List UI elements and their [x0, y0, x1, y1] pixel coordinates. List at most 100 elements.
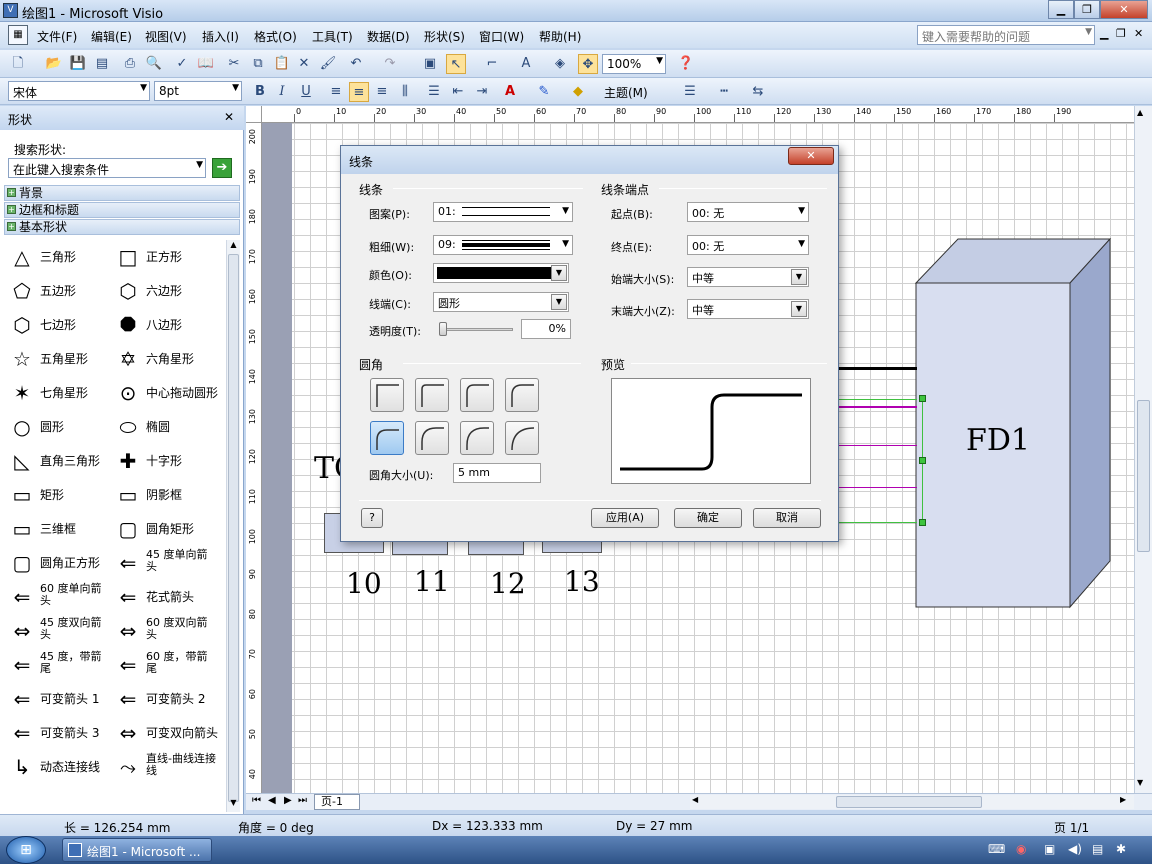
shape-item[interactable]: ⇔ 45 度双向箭头 [10, 616, 118, 646]
pattern-select[interactable]: 01: ▼ [433, 202, 573, 222]
shape-item[interactable]: ◺ 直角三角形 [10, 446, 118, 476]
shape-item[interactable]: ☆ 五角星形 [10, 344, 118, 374]
text-tool-icon[interactable]: A [516, 54, 536, 74]
scroll-thumb[interactable] [836, 796, 982, 808]
weight-select[interactable]: 09: ▼ [433, 235, 573, 255]
scroll-thumb[interactable] [228, 254, 239, 802]
close-button[interactable]: ✕ [1100, 0, 1148, 19]
begin-size-select[interactable]: 中等 ▼ [687, 267, 809, 287]
corner-option-6[interactable] [460, 421, 494, 455]
shape-item[interactable]: ⇐ 可变箭头 1 [10, 684, 118, 714]
connector-line-green[interactable] [837, 399, 917, 400]
search-go-button[interactable]: ➔ [212, 158, 232, 178]
doc-restore-icon[interactable]: ❐ [1116, 27, 1126, 40]
close-icon[interactable]: ✕ [224, 110, 234, 124]
connector-tool-icon[interactable]: ⌐ [482, 54, 502, 74]
menu-view[interactable]: 视图(V) [145, 28, 187, 45]
page-tab[interactable]: 页-1 [314, 794, 360, 810]
start-button[interactable]: ⊞ [6, 836, 46, 864]
shape-item[interactable]: ○ 圆形 [10, 412, 118, 442]
shape-item[interactable]: ▢ 圆角正方形 [10, 548, 118, 578]
next-page-icon[interactable]: ▶ [284, 795, 292, 806]
menu-format[interactable]: 格式(O) [254, 28, 297, 45]
align-left-icon[interactable]: ≡ [326, 82, 346, 102]
shape-item[interactable]: ↳ 动态连接线 [10, 752, 118, 782]
new-icon[interactable]: 🗋 [8, 54, 28, 74]
maximize-button[interactable]: ❐ [1074, 0, 1100, 19]
pointer-tool-icon[interactable]: ↖ [446, 54, 466, 74]
shape-item[interactable]: ⬭ 椭圆 [116, 412, 224, 442]
slider-thumb[interactable] [439, 322, 447, 336]
research-icon[interactable]: 📖 [196, 54, 216, 74]
shape-item[interactable]: ⬠ 五边形 [10, 276, 118, 306]
redo-icon[interactable]: ↷ [380, 54, 400, 74]
cancel-button[interactable]: 取消 [753, 508, 821, 528]
ok-button[interactable]: 确定 [674, 508, 742, 528]
category-basic-shapes[interactable]: + 基本形状 [4, 219, 240, 235]
shape-item[interactable]: ✚ 十字形 [116, 446, 224, 476]
shape-item[interactable]: ⇔ 60 度双向箭头 [116, 616, 224, 646]
increase-indent-icon[interactable]: ⇥ [472, 82, 492, 102]
cap-select[interactable]: 圆形 ▼ [433, 292, 569, 312]
begin-select[interactable]: 00: 无 ▼ [687, 202, 809, 222]
shape-item[interactable]: ⬡ 六边形 [116, 276, 224, 306]
font-combo[interactable]: 宋体 ▼ [8, 81, 150, 101]
end-size-select[interactable]: 中等 ▼ [687, 299, 809, 319]
bullets-icon[interactable]: ☰ [424, 82, 444, 102]
doc-minimize-icon[interactable]: ▁ [1100, 27, 1108, 40]
selection-handle[interactable] [919, 519, 926, 526]
align-center-icon[interactable]: ≡ [349, 82, 369, 102]
corner-option-1[interactable] [415, 378, 449, 412]
transparency-slider[interactable] [439, 320, 515, 342]
corner-option-4-selected[interactable] [370, 421, 404, 455]
menu-file[interactable]: 文件(F) [37, 28, 77, 45]
shape-item[interactable]: ⊙ 中心拖动圆形 [116, 378, 224, 408]
tray-icon[interactable]: ✱ [1116, 842, 1126, 856]
italic-icon[interactable]: I [272, 82, 292, 102]
scroll-up-icon[interactable]: ▲ [1137, 108, 1143, 117]
shape-item[interactable]: ▭ 矩形 [10, 480, 118, 510]
font-size-combo[interactable]: 8pt ▼ [154, 81, 242, 101]
shape-item[interactable]: ⇔ 可变双向箭头 [116, 718, 224, 748]
connector-line-magenta[interactable] [837, 445, 917, 446]
corner-option-0[interactable] [370, 378, 404, 412]
menu-insert[interactable]: 插入(I) [202, 28, 239, 45]
menu-edit[interactable]: 编辑(E) [91, 28, 132, 45]
doc-icon[interactable]: ▦ [8, 25, 28, 45]
menu-help[interactable]: 帮助(H) [539, 28, 581, 45]
category-background[interactable]: + 背景 [4, 185, 240, 201]
color-select[interactable]: ▼ [433, 263, 569, 283]
fill-color-icon[interactable]: ◆ [568, 82, 588, 102]
delete-icon[interactable]: ✕ [294, 54, 314, 74]
font-color-icon[interactable]: A [500, 82, 520, 102]
permission-icon[interactable]: ▤ [92, 54, 112, 74]
help-search-input[interactable]: 键入需要帮助的问题 ▼ [917, 25, 1095, 45]
scroll-thumb[interactable] [1137, 400, 1150, 552]
connector-line-magenta[interactable] [837, 487, 917, 488]
end-select[interactable]: 00: 无 ▼ [687, 235, 809, 255]
menu-window[interactable]: 窗口(W) [479, 28, 524, 45]
stamp-tool-icon[interactable]: ◈ [550, 54, 570, 74]
shape-item[interactable]: □ 正方形 [116, 242, 224, 272]
print-icon[interactable]: ⎙ [120, 54, 140, 74]
keyboard-icon[interactable]: ⌨ [988, 842, 1005, 856]
horizontal-scrollbar[interactable]: ◀ ▶ [690, 795, 1134, 809]
taskbar-visio-item[interactable]: 绘图1 - Microsoft ... [62, 838, 212, 862]
help-icon[interactable]: ❓ [676, 54, 696, 74]
copy-icon[interactable]: ⧉ [248, 54, 268, 74]
prev-page-icon[interactable]: ◀ [268, 795, 276, 806]
shape-item[interactable]: ✡ 六角星形 [116, 344, 224, 374]
security-icon[interactable]: ◉ [1016, 842, 1026, 856]
tray-icon[interactable]: ▤ [1092, 842, 1103, 856]
shape-item[interactable]: ⇐ 可变箭头 2 [116, 684, 224, 714]
volume-icon[interactable]: ◀) [1068, 842, 1082, 856]
underline-icon[interactable]: U [296, 82, 316, 102]
zoom-combo[interactable]: 100% ▼ [602, 54, 666, 74]
menu-data[interactable]: 数据(D) [367, 28, 410, 45]
format-painter-icon[interactable]: 🖌 [318, 54, 338, 74]
dialog-close-button[interactable]: ✕ [788, 147, 834, 165]
corner-option-3[interactable] [505, 378, 539, 412]
corner-option-2[interactable] [460, 378, 494, 412]
corner-option-7[interactable] [505, 421, 539, 455]
undo-icon[interactable]: ↶ [346, 54, 366, 74]
